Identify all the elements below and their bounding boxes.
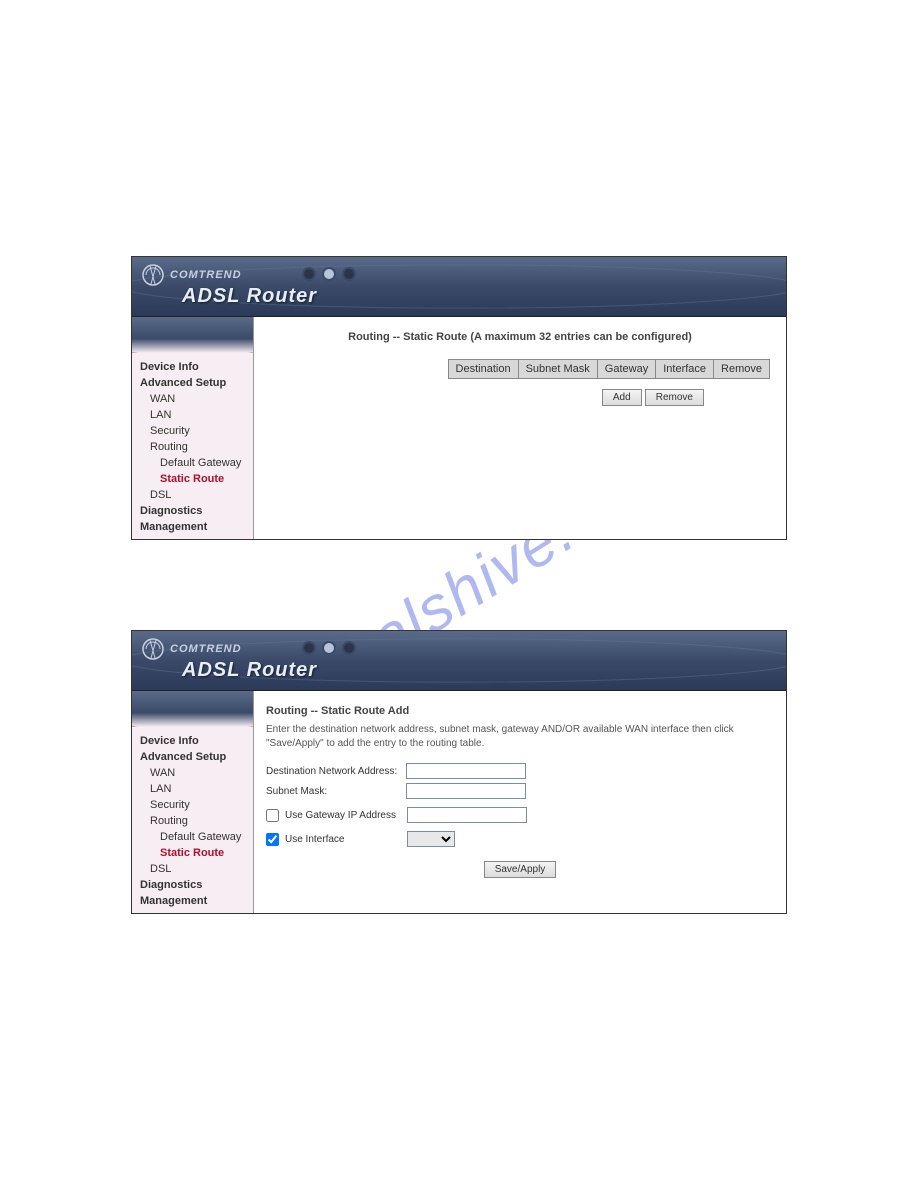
comtrend-logo-icon <box>140 262 166 288</box>
content-area: Routing -- Static Route Add Enter the de… <box>254 691 786 913</box>
banner-dots <box>302 641 356 655</box>
content-area: Routing -- Static Route (A maximum 32 en… <box>254 317 786 539</box>
sidebar-item-default-gateway[interactable]: Default Gateway <box>132 829 253 845</box>
subnet-mask-input[interactable] <box>406 783 526 799</box>
sidebar-item-advanced-setup[interactable]: Advanced Setup <box>132 749 253 765</box>
product-title: ADSL Router <box>182 659 317 682</box>
sidebar-item-management[interactable]: Management <box>132 893 253 909</box>
brand-company: COMTREND <box>170 643 242 655</box>
sidebar-item-default-gateway[interactable]: Default Gateway <box>132 455 253 471</box>
remove-button[interactable]: Remove <box>645 389 704 406</box>
page-title: Routing -- Static Route (A maximum 32 en… <box>266 331 774 343</box>
sidebar-item-dsl[interactable]: DSL <box>132 487 253 503</box>
dot-icon <box>302 267 316 281</box>
dot-icon <box>302 641 316 655</box>
sidebar-item-device-info[interactable]: Device Info <box>132 359 253 375</box>
add-button[interactable]: Add <box>602 389 642 406</box>
col-remove: Remove <box>714 360 770 379</box>
label-use-gateway: Use Gateway IP Address <box>285 810 407 821</box>
comtrend-logo-icon <box>140 636 166 662</box>
sidebar-item-dsl[interactable]: DSL <box>132 861 253 877</box>
sidebar-item-device-info[interactable]: Device Info <box>132 733 253 749</box>
sidebar-item-lan[interactable]: LAN <box>132 407 253 423</box>
sidebar-item-static-route[interactable]: Static Route <box>132 845 253 861</box>
banner-dots <box>302 267 356 281</box>
col-interface: Interface <box>656 360 714 379</box>
sidebar-item-routing[interactable]: Routing <box>132 439 253 455</box>
col-destination: Destination <box>448 360 518 379</box>
save-apply-button[interactable]: Save/Apply <box>484 861 557 878</box>
sidebar-item-static-route[interactable]: Static Route <box>132 471 253 487</box>
sidebar-item-advanced-setup[interactable]: Advanced Setup <box>132 375 253 391</box>
dot-icon <box>322 267 336 281</box>
product-title: ADSL Router <box>182 285 317 308</box>
sidebar-item-wan[interactable]: WAN <box>132 765 253 781</box>
use-interface-checkbox[interactable] <box>266 833 279 846</box>
banner: COMTREND ADSL Router <box>132 631 786 691</box>
banner: COMTREND ADSL Router <box>132 257 786 317</box>
sidebar-item-management[interactable]: Management <box>132 519 253 535</box>
interface-select[interactable] <box>407 831 455 847</box>
sidebar-item-security[interactable]: Security <box>132 423 253 439</box>
label-subnet-mask: Subnet Mask: <box>266 786 406 797</box>
sidebar-nav: Device Info Advanced Setup WAN LAN Secur… <box>132 317 254 539</box>
gateway-ip-input[interactable] <box>407 807 527 823</box>
col-subnet-mask: Subnet Mask <box>518 360 597 379</box>
label-use-interface: Use Interface <box>285 834 407 845</box>
dot-icon <box>322 641 336 655</box>
sidebar-nav: Device Info Advanced Setup WAN LAN Secur… <box>132 691 254 913</box>
help-text: Enter the destination network address, s… <box>266 723 774 751</box>
router-panel-static-route-list: COMTREND ADSL Router Device Info Advance… <box>131 256 787 540</box>
dot-icon <box>342 641 356 655</box>
label-destination: Destination Network Address: <box>266 766 406 777</box>
sidebar-item-routing[interactable]: Routing <box>132 813 253 829</box>
sidebar-item-wan[interactable]: WAN <box>132 391 253 407</box>
sidebar-item-diagnostics[interactable]: Diagnostics <box>132 503 253 519</box>
use-gateway-checkbox[interactable] <box>266 809 279 822</box>
sidebar-item-security[interactable]: Security <box>132 797 253 813</box>
page-title: Routing -- Static Route Add <box>266 705 774 717</box>
destination-input[interactable] <box>406 763 526 779</box>
router-panel-static-route-add: COMTREND ADSL Router Device Info Advance… <box>131 630 787 914</box>
sidebar-curve-decoration <box>132 691 253 727</box>
dot-icon <box>342 267 356 281</box>
sidebar-curve-decoration <box>132 317 253 353</box>
sidebar-item-lan[interactable]: LAN <box>132 781 253 797</box>
sidebar-item-diagnostics[interactable]: Diagnostics <box>132 877 253 893</box>
static-route-table: Destination Subnet Mask Gateway Interfac… <box>448 359 770 379</box>
col-gateway: Gateway <box>597 360 655 379</box>
brand-company: COMTREND <box>170 269 242 281</box>
